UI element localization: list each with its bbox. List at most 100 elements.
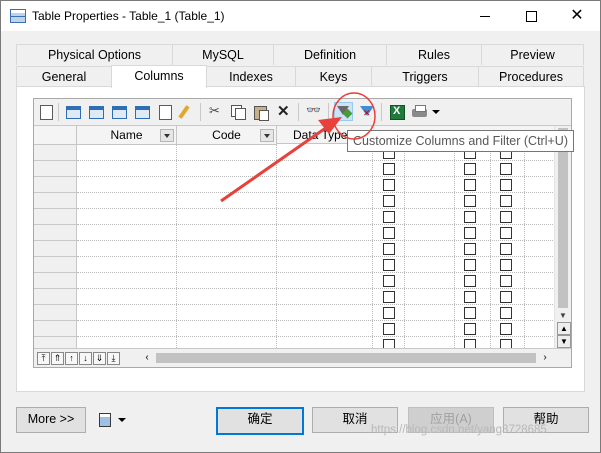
column-checkbox[interactable]	[500, 259, 512, 271]
row-header[interactable]	[34, 321, 77, 337]
new-document-icon[interactable]	[156, 103, 173, 120]
tab-columns[interactable]: Columns	[111, 65, 207, 88]
customize-columns-filter-icon[interactable]	[334, 102, 353, 121]
add-row-icon[interactable]	[64, 103, 81, 120]
tab-physical-options[interactable]: Physical Options	[16, 44, 173, 65]
print-icon[interactable]	[411, 103, 428, 120]
column-header-name[interactable]: Name	[77, 126, 177, 145]
column-checkbox[interactable]	[464, 195, 476, 207]
column-checkbox[interactable]	[500, 339, 512, 348]
title-bar[interactable]: Table Properties - Table_1 (Table_1) ✕	[1, 1, 600, 31]
horizontal-scrollbar-thumb[interactable]	[156, 353, 536, 363]
column-checkbox[interactable]	[383, 195, 395, 207]
column-checkbox[interactable]	[500, 227, 512, 239]
copy-icon[interactable]	[229, 103, 246, 120]
column-checkbox[interactable]	[500, 291, 512, 303]
delete-icon[interactable]	[275, 102, 292, 120]
more-button[interactable]: More >>	[16, 407, 86, 433]
column-header-code[interactable]: Code	[177, 126, 277, 145]
cut-icon[interactable]	[206, 103, 223, 120]
column-checkbox[interactable]	[383, 179, 395, 191]
column-checkbox[interactable]	[464, 179, 476, 191]
row-header[interactable]	[34, 305, 77, 321]
tab-rules[interactable]: Rules	[386, 44, 482, 65]
tab-keys[interactable]: Keys	[295, 66, 372, 87]
paste-icon[interactable]	[252, 103, 269, 121]
column-checkbox[interactable]	[500, 163, 512, 175]
column-checkbox[interactable]	[383, 323, 395, 335]
columns-grid[interactable]: Name Code Data Type	[34, 126, 555, 348]
mode-icon[interactable]	[97, 412, 111, 428]
tab-procedures[interactable]: Procedures	[478, 66, 584, 87]
tab-preview[interactable]: Preview	[481, 44, 584, 65]
column-checkbox[interactable]	[383, 291, 395, 303]
maximize-button[interactable]	[508, 1, 554, 31]
move-up-icon[interactable]: ↑	[65, 352, 78, 365]
column-checkbox[interactable]	[383, 339, 395, 348]
column-checkbox[interactable]	[500, 307, 512, 319]
column-checkbox[interactable]	[500, 179, 512, 191]
column-checkbox[interactable]	[383, 227, 395, 239]
column-checkbox[interactable]	[464, 339, 476, 348]
scroll-down-arrow-icon[interactable]: ▼	[555, 309, 571, 322]
move-bottom-icon[interactable]: ▲	[557, 322, 571, 335]
edit-pencil-icon[interactable]	[178, 103, 195, 120]
row-header[interactable]	[34, 289, 77, 305]
row-header[interactable]	[34, 273, 77, 289]
ok-button[interactable]: 确定	[216, 407, 304, 435]
column-checkbox[interactable]	[464, 307, 476, 319]
column-checkbox[interactable]	[383, 163, 395, 175]
move-down-icon[interactable]: ↓	[79, 352, 92, 365]
tab-general[interactable]: General	[16, 66, 112, 87]
tab-mysql[interactable]: MySQL	[172, 44, 274, 65]
move-down-fast-icon[interactable]: ⇓	[93, 352, 106, 365]
row-header[interactable]	[34, 177, 77, 193]
row-header[interactable]	[34, 193, 77, 209]
column-checkbox[interactable]	[383, 307, 395, 319]
insert-row-icon[interactable]	[87, 103, 104, 120]
tab-definition[interactable]: Definition	[273, 44, 387, 65]
column-checkbox[interactable]	[500, 323, 512, 335]
replicate-columns-icon[interactable]	[133, 103, 150, 120]
column-checkbox[interactable]	[500, 243, 512, 255]
column-checkbox[interactable]	[383, 275, 395, 287]
column-checkbox[interactable]	[464, 211, 476, 223]
print-dropdown-icon[interactable]	[430, 103, 440, 120]
row-header[interactable]	[34, 257, 77, 273]
add-columns-icon[interactable]	[110, 103, 127, 120]
find-binoculars-icon[interactable]	[306, 103, 323, 120]
move-to-bottom-icon[interactable]: ⤓	[107, 352, 120, 365]
row-header[interactable]	[34, 337, 77, 348]
column-checkbox[interactable]	[464, 227, 476, 239]
column-checkbox[interactable]	[500, 195, 512, 207]
column-checkbox[interactable]	[383, 211, 395, 223]
scrollbar-thumb[interactable]	[558, 128, 568, 308]
row-header[interactable]	[34, 209, 77, 225]
minimize-button[interactable]	[462, 1, 508, 31]
close-button[interactable]: ✕	[554, 1, 600, 31]
export-excel-icon[interactable]	[388, 103, 405, 120]
properties-icon[interactable]	[37, 103, 54, 120]
move-end-icon[interactable]: ▼	[557, 335, 571, 348]
clear-filter-icon[interactable]	[358, 103, 375, 120]
column-checkbox[interactable]	[464, 243, 476, 255]
column-checkbox[interactable]	[464, 323, 476, 335]
scroll-left-arrow-icon[interactable]: ‹	[141, 351, 153, 365]
column-checkbox[interactable]	[464, 275, 476, 287]
row-header[interactable]	[34, 161, 77, 177]
row-header[interactable]	[34, 225, 77, 241]
column-checkbox[interactable]	[464, 163, 476, 175]
column-checkbox[interactable]	[383, 259, 395, 271]
row-header[interactable]	[34, 145, 77, 161]
column-checkbox[interactable]	[383, 243, 395, 255]
chevron-down-icon[interactable]	[160, 129, 174, 142]
vertical-scrollbar[interactable]: ▼ ▲ ▼	[554, 126, 571, 348]
row-header[interactable]	[34, 241, 77, 257]
tab-indexes[interactable]: Indexes	[206, 66, 296, 87]
scroll-right-arrow-icon[interactable]: ›	[539, 351, 551, 365]
chevron-down-icon[interactable]	[260, 129, 274, 142]
column-checkbox[interactable]	[500, 211, 512, 223]
column-checkbox[interactable]	[500, 275, 512, 287]
column-checkbox[interactable]	[464, 259, 476, 271]
move-up-fast-icon[interactable]: ⇑	[51, 352, 64, 365]
